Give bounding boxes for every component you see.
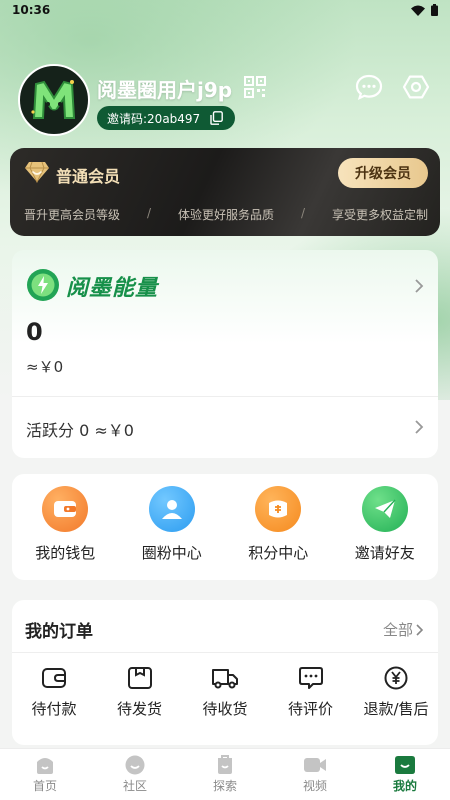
orders-title: 我的订单: [25, 622, 93, 642]
bottom-nav: 首页 社区 探索 视频 我的: [0, 748, 450, 800]
order-label: 退款/售后: [363, 700, 429, 718]
settings-icon[interactable]: [402, 73, 430, 101]
shortcut-points[interactable]: 积分中心: [228, 486, 328, 563]
order-label: 待付款: [31, 700, 77, 718]
chevron-right-icon[interactable]: [414, 278, 424, 298]
truck-icon: [212, 669, 238, 689]
qr-code-icon[interactable]: [244, 76, 266, 98]
shortcut-grid: 我的钱包 圈粉中心 积分中心 邀请好友: [12, 474, 438, 580]
order-pending-receipt[interactable]: 待收货: [185, 666, 265, 719]
order-pending-review[interactable]: 待评价: [271, 666, 351, 719]
video-icon: [304, 758, 326, 772]
yen-circle-icon: [384, 666, 408, 690]
energy-value: 0: [26, 318, 43, 346]
upgrade-member-button[interactable]: 升级会员: [338, 158, 428, 188]
benefit-separator: /: [146, 206, 152, 220]
energy-logo-icon: [26, 268, 60, 306]
nav-label: 社区: [122, 779, 147, 793]
nav-label: 探索: [212, 779, 237, 793]
activity-score: 活跃分 0 ≈￥0: [26, 421, 134, 440]
order-status-row: 待付款 待发货 待收货 待评价 退款/售后: [12, 666, 438, 719]
shortcut-fans[interactable]: 圈粉中心: [122, 486, 222, 563]
nav-video[interactable]: 视频: [280, 749, 350, 800]
username: 阅墨圈用户j9p: [97, 78, 233, 102]
order-label: 待发货: [116, 700, 162, 718]
orders-all-link[interactable]: 全部: [383, 619, 424, 640]
member-benefits: 晋升更高会员等级 / 体验更好服务品质 / 享受更多权益定制: [24, 206, 428, 223]
avatar[interactable]: [18, 64, 90, 136]
status-time: 10:36: [12, 3, 51, 17]
shortcut-label: 积分中心: [248, 544, 309, 562]
orders-card: 我的订单 全部 待付款 待发货 待收货 待评价 退款/售后: [12, 600, 438, 745]
nav-community[interactable]: 社区: [100, 749, 170, 800]
nav-label: 我的: [392, 779, 417, 793]
points-icon: [255, 486, 302, 532]
activity-row[interactable]: 活跃分 0 ≈￥0: [12, 397, 438, 458]
status-icons: [411, 4, 438, 16]
invite-code-pill[interactable]: 邀请码:20ab497: [97, 106, 235, 130]
order-refund[interactable]: 退款/售后: [356, 666, 436, 719]
message-icon[interactable]: [355, 73, 383, 101]
benefit-text: 体验更好服务品质: [177, 208, 274, 222]
energy-card[interactable]: 阅墨能量 0 ≈￥0 活跃分 0 ≈￥0: [12, 250, 438, 458]
order-pending-shipment[interactable]: 待发货: [100, 666, 180, 719]
wifi-icon: [411, 5, 425, 16]
benefit-text: 晋升更高会员等级: [24, 208, 121, 222]
comment-icon: [298, 667, 323, 689]
divider: [12, 652, 438, 653]
fans-icon: [148, 486, 195, 532]
diamond-icon: [24, 161, 50, 187]
wallet-outline-icon: [42, 668, 66, 688]
profile-icon: [395, 756, 415, 774]
package-icon: [127, 667, 152, 689]
wallet-icon: [42, 486, 89, 532]
copy-icon[interactable]: [210, 111, 223, 128]
orders-all-label: 全部: [382, 621, 413, 639]
battery-icon: [431, 4, 438, 16]
order-pending-payment[interactable]: 待付款: [14, 666, 94, 719]
nav-label: 首页: [32, 779, 57, 793]
benefit-text: 享受更多权益定制: [331, 208, 428, 222]
invite-code: 邀请码:20ab497: [107, 111, 201, 126]
energy-brand: 阅墨能量: [66, 276, 159, 301]
member-title: 普通会员: [56, 167, 121, 186]
nav-profile[interactable]: 我的: [370, 749, 440, 800]
shortcut-wallet[interactable]: 我的钱包: [15, 486, 115, 563]
nav-explore[interactable]: 探索: [190, 749, 260, 800]
member-card[interactable]: 普通会员 升级会员 晋升更高会员等级 / 体验更好服务品质 / 享受更多权益定制: [10, 148, 440, 236]
shortcut-label: 邀请好友: [354, 544, 415, 562]
chevron-right-icon: [414, 419, 424, 439]
avatar-m-icon: [31, 80, 76, 119]
order-label: 待评价: [287, 700, 333, 718]
shortcut-label: 圈粉中心: [141, 544, 202, 562]
chevron-right-icon: [416, 623, 424, 636]
home-icon: [37, 758, 53, 774]
invite-icon: [361, 486, 408, 532]
community-icon: [125, 755, 145, 775]
energy-money: ≈￥0: [26, 358, 64, 376]
nav-label: 视频: [302, 779, 327, 793]
explore-icon: [218, 755, 232, 774]
status-bar: 10:36: [0, 0, 450, 22]
shortcut-invite[interactable]: 邀请好友: [335, 486, 435, 563]
nav-home[interactable]: 首页: [10, 749, 80, 800]
benefit-separator: /: [300, 206, 305, 220]
shortcut-label: 我的钱包: [35, 544, 96, 562]
order-label: 待收货: [202, 700, 248, 718]
